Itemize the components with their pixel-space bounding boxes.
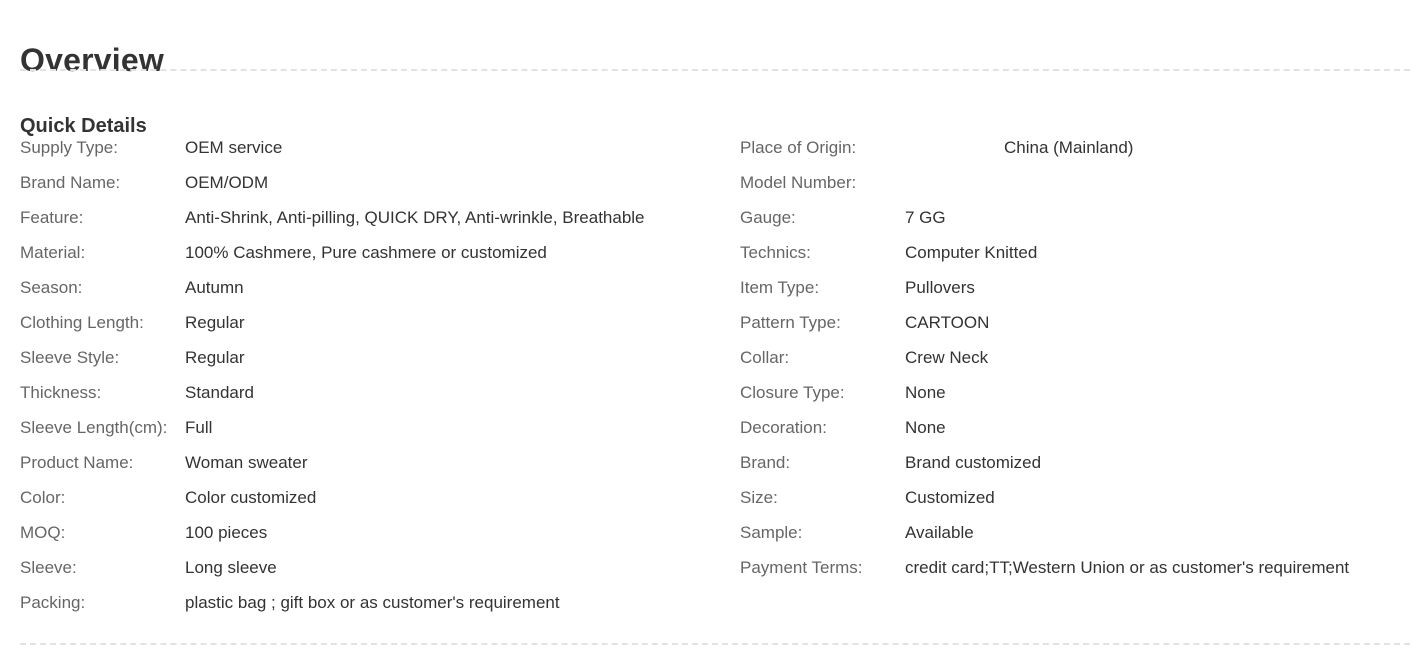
detail-label: Payment Terms: [740, 557, 863, 577]
detail-row-feature: Feature: Anti-Shrink, Anti-pilling, QUIC… [20, 200, 720, 235]
detail-row-gauge: Gauge: 7 GG [740, 200, 1410, 235]
detail-label: Brand: [740, 452, 791, 472]
detail-label: Supply Type: [20, 137, 118, 157]
detail-label: Thickness: [20, 382, 102, 402]
detail-row-collar: Collar: Crew Neck [740, 340, 1410, 375]
detail-value: China (Mainland) [1004, 137, 1134, 157]
detail-row-product-name: Product Name: Woman sweater [20, 445, 720, 480]
detail-row-pattern-type: Pattern Type: CARTOON [740, 305, 1410, 340]
detail-row-clothing-length: Clothing Length: Regular [20, 305, 720, 340]
detail-value: Full [185, 417, 213, 437]
detail-row-technics: Technics: Computer Knitted [740, 235, 1410, 270]
detail-row-material: Material: 100% Cashmere, Pure cashmere o… [20, 235, 720, 270]
detail-label: Season: [20, 277, 83, 297]
detail-label: Collar: [740, 347, 790, 367]
product-overview: Overview Quick Details Supply Type: OEM … [20, 0, 1410, 655]
detail-label: Color: [20, 487, 66, 507]
page-title: Overview [20, 42, 164, 79]
detail-label: Size: [740, 487, 778, 507]
detail-row-decoration: Decoration: None [740, 410, 1410, 445]
detail-row-packing: Packing: plastic bag ; gift box or as cu… [20, 585, 720, 620]
detail-label: Gauge: [740, 207, 796, 227]
detail-value: Available [905, 522, 974, 542]
detail-row-item-type: Item Type: Pullovers [740, 270, 1410, 305]
detail-value: 100 pieces [185, 522, 268, 542]
detail-row-model-number: Model Number: [740, 165, 1410, 200]
detail-value: Regular [185, 312, 245, 332]
detail-value: Color customized [185, 487, 317, 507]
detail-row-season: Season: Autumn [20, 270, 720, 305]
detail-row-thickness: Thickness: Standard [20, 375, 720, 410]
detail-value: Customized [905, 487, 995, 507]
detail-label: Item Type: [740, 277, 820, 297]
detail-label: Sleeve: [20, 557, 77, 577]
detail-row-moq: MOQ: 100 pieces [20, 515, 720, 550]
detail-value: CARTOON [905, 312, 990, 332]
detail-value: OEM/ODM [185, 172, 269, 192]
detail-row-brand: Brand: Brand customized [740, 445, 1410, 480]
detail-value: Woman sweater [185, 452, 308, 472]
detail-value: Standard [185, 382, 254, 402]
detail-value: None [905, 382, 946, 402]
quick-details-right-column: Place of Origin: China (Mainland) Model … [740, 130, 1410, 585]
detail-value: Computer Knitted [905, 242, 1038, 262]
detail-label: MOQ: [20, 522, 66, 542]
detail-label: Decoration: [740, 417, 827, 437]
detail-row-place-of-origin: Place of Origin: China (Mainland) [740, 130, 1410, 165]
bottom-divider [20, 643, 1410, 645]
detail-row-sleeve-style: Sleeve Style: Regular [20, 340, 720, 375]
quick-details-left-column: Supply Type: OEM service Brand Name: OEM… [20, 130, 720, 620]
detail-value: Long sleeve [185, 557, 277, 577]
detail-label: Model Number: [740, 172, 857, 192]
detail-label: Pattern Type: [740, 312, 841, 332]
detail-value: credit card;TT;Western Union or as custo… [905, 557, 1350, 577]
top-divider [20, 69, 1410, 71]
detail-value: Anti-Shrink, Anti-pilling, QUICK DRY, An… [185, 207, 645, 227]
detail-row-sample: Sample: Available [740, 515, 1410, 550]
detail-value: 7 GG [905, 207, 946, 227]
detail-label: Sleeve Length(cm): [20, 417, 168, 437]
detail-label: Clothing Length: [20, 312, 144, 332]
detail-value: None [905, 417, 946, 437]
detail-row-closure-type: Closure Type: None [740, 375, 1410, 410]
detail-label: Product Name: [20, 452, 134, 472]
detail-value: OEM service [185, 137, 283, 157]
detail-row-color: Color: Color customized [20, 480, 720, 515]
detail-label: Brand Name: [20, 172, 121, 192]
detail-value: Regular [185, 347, 245, 367]
detail-label: Material: [20, 242, 86, 262]
detail-label: Packing: [20, 592, 86, 612]
detail-label: Technics: [740, 242, 811, 262]
detail-row-size: Size: Customized [740, 480, 1410, 515]
detail-value: Autumn [185, 277, 244, 297]
detail-row-sleeve-length: Sleeve Length(cm): Full [20, 410, 720, 445]
detail-value: Brand customized [905, 452, 1042, 472]
detail-value: Crew Neck [905, 347, 989, 367]
detail-row-sleeve: Sleeve: Long sleeve [20, 550, 720, 585]
detail-label: Place of Origin: [740, 137, 857, 157]
detail-row-payment-terms: Payment Terms: credit card;TT;Western Un… [740, 550, 1410, 585]
detail-value: plastic bag ; gift box or as customer's … [185, 592, 560, 612]
detail-value: Pullovers [905, 277, 975, 297]
detail-label: Sleeve Style: [20, 347, 120, 367]
detail-row-brand-name: Brand Name: OEM/ODM [20, 165, 720, 200]
detail-label: Sample: [740, 522, 803, 542]
detail-value: 100% Cashmere, Pure cashmere or customiz… [185, 242, 547, 262]
detail-label: Feature: [20, 207, 84, 227]
detail-label: Closure Type: [740, 382, 845, 402]
detail-row-supply-type: Supply Type: OEM service [20, 130, 720, 165]
